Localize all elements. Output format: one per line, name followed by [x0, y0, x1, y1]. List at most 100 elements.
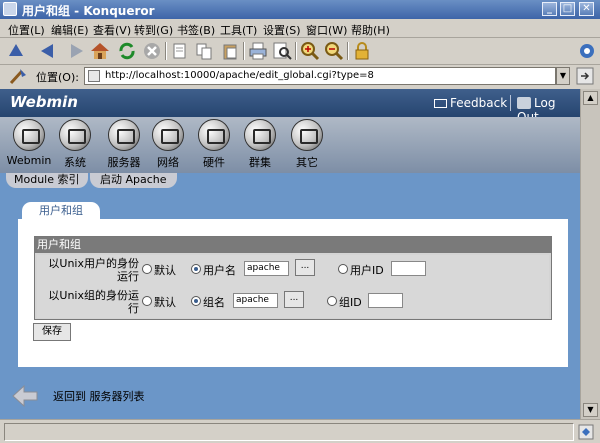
cluster-category-icon — [244, 119, 276, 151]
go-icon[interactable] — [576, 67, 594, 85]
category-label: 硬件 — [203, 156, 225, 169]
user-id-radio[interactable] — [338, 264, 348, 274]
up-icon[interactable] — [6, 41, 26, 61]
menu-tools[interactable]: 工具(T) — [220, 22, 257, 38]
category-system[interactable]: 系统 — [52, 119, 98, 170]
user-group-form: 用户和组 以Unix用户的身份运行 默认 用户名 apache ... 用户ID… — [34, 236, 552, 320]
user-default-label: 默认 — [154, 264, 176, 277]
back-arrow-icon[interactable] — [12, 383, 38, 409]
menu-edit[interactable]: 编辑(E) — [51, 22, 89, 38]
category-label: 其它 — [296, 156, 318, 169]
group-id-input[interactable] — [368, 293, 403, 308]
lock-icon[interactable] — [352, 41, 372, 61]
reload-icon[interactable] — [117, 41, 137, 61]
group-id-label: 组ID — [339, 296, 362, 309]
group-name-radio[interactable] — [191, 296, 201, 306]
save-button[interactable]: 保存 — [33, 323, 71, 341]
group-default-radio[interactable] — [142, 296, 152, 306]
module-index-tab[interactable]: Module 索引 — [6, 173, 88, 188]
return-to-server-list-link[interactable]: 返回到 服务器列表 — [53, 388, 145, 404]
category-webmin[interactable]: Webmin — [6, 119, 52, 167]
category-servers[interactable]: 服务器 — [101, 119, 147, 170]
copy-icon[interactable] — [194, 41, 214, 61]
menu-help[interactable]: 帮助(H) — [351, 22, 390, 38]
user-name-radio[interactable] — [191, 264, 201, 274]
window-titlebar[interactable]: 用户和组 - Konqueror _ □ ✕ — [0, 0, 600, 19]
minimize-button[interactable]: _ — [542, 2, 557, 16]
logout-icon — [517, 97, 531, 109]
category-others[interactable]: 其它 — [284, 119, 330, 170]
group-default-label: 默认 — [154, 296, 176, 309]
category-label: 网络 — [157, 156, 179, 169]
web-content: Webmin Feedback Log Out Webmin 系统 服务器 网络… — [0, 89, 580, 419]
toolbar-separator — [165, 42, 167, 60]
group-name-label: 组名 — [203, 296, 225, 309]
forward-icon[interactable] — [66, 41, 86, 61]
url-input[interactable]: http://localhost:10000/apache/edit_globa… — [84, 67, 556, 85]
menu-view[interactable]: 查看(V) — [93, 22, 131, 38]
scroll-up-button[interactable]: ▲ — [583, 91, 598, 105]
servers-category-icon — [108, 119, 140, 151]
category-label: 系统 — [64, 156, 86, 169]
maximize-button[interactable]: □ — [560, 2, 575, 16]
user-browse-button[interactable]: ... — [295, 259, 315, 276]
main-panel: 用户和组 以Unix用户的身份运行 默认 用户名 apache ... 用户ID… — [18, 219, 568, 367]
print-icon[interactable] — [248, 41, 268, 61]
header-divider — [510, 95, 511, 111]
menu-window[interactable]: 窗口(W) — [306, 22, 347, 38]
clear-location-icon[interactable] — [8, 67, 28, 85]
konqueror-gear-icon[interactable] — [577, 41, 597, 61]
security-status-icon[interactable] — [578, 424, 594, 440]
home-icon[interactable] — [90, 41, 110, 61]
zoom-out-icon[interactable] — [324, 41, 344, 61]
toolbar-separator — [347, 42, 349, 60]
group-browse-button[interactable]: ... — [284, 291, 304, 308]
category-network[interactable]: 网络 — [145, 119, 191, 170]
network-category-icon — [152, 119, 184, 151]
location-label: 位置(O): — [36, 71, 79, 84]
cut-icon[interactable] — [170, 41, 190, 61]
run-as-group-label: 以Unix组的身份运行 — [48, 289, 139, 315]
vertical-scrollbar[interactable]: ▲ ▼ — [580, 89, 600, 419]
category-cluster[interactable]: 群集 — [237, 119, 283, 170]
feedback-link[interactable]: Feedback — [434, 96, 507, 110]
back-icon[interactable] — [38, 41, 58, 61]
menu-go[interactable]: 转到(G) — [134, 22, 173, 38]
window-title: 用户和组 - Konqueror — [22, 4, 155, 18]
page-title-tab: 用户和组 — [22, 202, 100, 220]
konqueror-app-icon[interactable] — [3, 2, 17, 16]
menu-settings[interactable]: 设置(S) — [263, 22, 301, 38]
menu-bookmarks[interactable]: 书签(B) — [177, 22, 215, 38]
location-bar: 位置(O): http://localhost:10000/apache/edi… — [0, 65, 600, 87]
toolbar-separator — [295, 42, 297, 60]
user-name-input[interactable]: apache — [244, 261, 289, 276]
scroll-down-button[interactable]: ▼ — [583, 403, 598, 417]
hardware-category-icon — [198, 119, 230, 151]
form-body: 以Unix用户的身份运行 默认 用户名 apache ... 用户ID 以Uni… — [37, 255, 549, 318]
toolbar — [0, 38, 600, 65]
zoom-in-icon[interactable] — [300, 41, 320, 61]
menu-location[interactable]: 位置(L) — [8, 22, 45, 38]
menu-bar: 位置(L) 编辑(E) 查看(V) 转到(G) 书签(B) 工具(T) 设置(S… — [0, 19, 600, 38]
start-apache-tab[interactable]: 启动 Apache — [90, 173, 177, 188]
form-header: 用户和组 — [35, 237, 551, 253]
webmin-category-icon — [13, 119, 45, 151]
user-default-radio[interactable] — [142, 264, 152, 274]
category-label: 群集 — [249, 156, 271, 169]
url-history-dropdown[interactable]: ▼ — [556, 67, 570, 85]
webmin-header: Webmin Feedback Log Out — [0, 89, 580, 124]
module-tabs: Module 索引 启动 Apache — [0, 173, 580, 188]
stop-icon[interactable] — [142, 41, 162, 61]
group-name-input[interactable]: apache — [233, 293, 278, 308]
user-id-input[interactable] — [391, 261, 426, 276]
category-label: 服务器 — [107, 156, 141, 169]
webmin-logo[interactable]: Webmin — [10, 93, 78, 111]
toolbar-separator — [243, 42, 245, 60]
favicon-icon — [88, 70, 100, 82]
group-id-radio[interactable] — [327, 296, 337, 306]
status-bar — [0, 419, 600, 443]
close-window-button[interactable]: ✕ — [579, 2, 594, 16]
find-icon[interactable] — [272, 41, 292, 61]
category-hardware[interactable]: 硬件 — [191, 119, 237, 170]
paste-icon[interactable] — [220, 41, 240, 61]
